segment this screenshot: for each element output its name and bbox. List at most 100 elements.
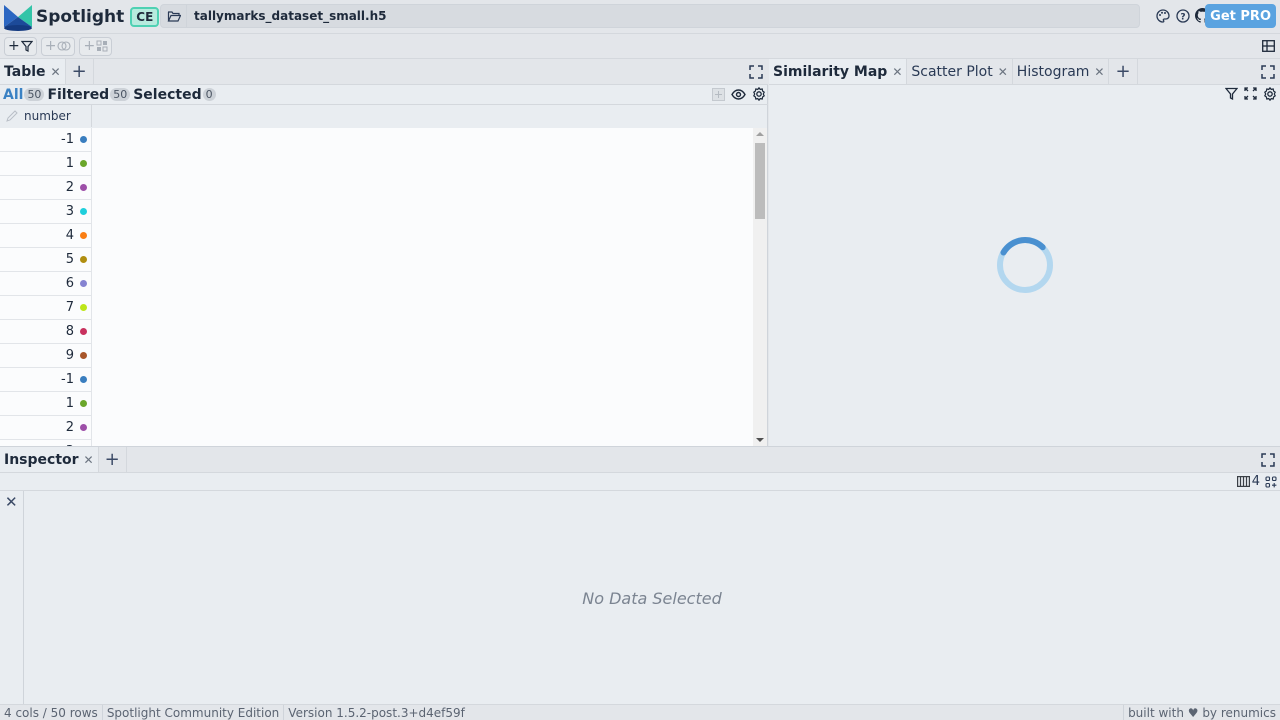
filter-selected-count: 0 [202,88,216,101]
visualization-tabbar: Similarity Map ✕ Scatter Plot ✕ Histogra… [769,59,1280,85]
dataset-file-selector[interactable]: tallymarks_dataset_small.h5 [160,4,1140,28]
help-icon[interactable]: ? [1175,8,1190,23]
table-row[interactable]: 4 [0,224,92,248]
category-color-dot [80,208,87,215]
visualization-panel: Similarity Map ✕ Scatter Plot ✕ Histogra… [769,59,1280,446]
inspector-panel: Inspector ✕ + 4 ✕ No Data Selected [0,446,1280,705]
column-count: 4 [1251,474,1260,489]
filter-toolbar: + + + [0,33,1280,59]
pencil-icon[interactable] [6,110,18,122]
spinner-arc [1000,237,1046,256]
table-row[interactable]: 8 [0,320,92,344]
close-icon[interactable]: ✕ [1094,65,1104,79]
table-scrollbar[interactable] [753,128,767,446]
table-row[interactable]: 6 [0,272,92,296]
cell-value: 8 [65,324,74,339]
cell-value: -1 [61,372,74,387]
filter-selected-label: Selected [133,86,202,103]
fit-view-icon[interactable] [1244,87,1257,100]
scroll-down-arrow[interactable] [756,438,764,442]
app-name: Spotlight [36,6,125,27]
filter-filtered[interactable]: Filtered 50 [47,86,131,103]
edition-label: Spotlight Community Edition [103,704,285,720]
cell-value: 2 [65,180,74,195]
add-similarity-filter-button[interactable]: + [40,36,76,56]
cell-value: -1 [61,132,74,147]
add-tab-button[interactable]: + [1109,59,1138,84]
maximize-icon[interactable] [1261,65,1275,79]
status-bar: 4 cols / 50 rows Spotlight Community Edi… [0,704,1280,720]
close-icon[interactable]: ✕ [5,493,18,511]
category-color-dot [80,160,87,167]
pattern-icon [96,40,108,52]
close-icon[interactable]: ✕ [84,453,94,467]
table-body: -1123456789-1123 [0,128,753,446]
credit-link[interactable]: built with ♥ by renumics [1123,704,1280,720]
gear-icon[interactable] [1263,87,1277,101]
add-pattern-filter-button[interactable]: + [79,36,113,56]
column-name: number [24,109,71,123]
tab-scatter-plot[interactable]: Scatter Plot ✕ [907,59,1013,84]
tab-histogram[interactable]: Histogram ✕ [1013,59,1110,84]
table-row[interactable]: 1 [0,392,92,416]
category-color-dot [80,328,87,335]
table-row[interactable]: -1 [0,128,92,152]
close-icon[interactable]: ✕ [892,65,902,79]
table-row[interactable]: 7 [0,296,92,320]
scroll-thumb[interactable] [755,143,765,219]
spotlight-logo [4,4,32,31]
table-row[interactable]: 3 [0,200,92,224]
table-row[interactable]: 2 [0,176,92,200]
add-tab-button[interactable]: + [66,59,94,84]
table-row[interactable]: 9 [0,344,92,368]
filter-selected[interactable]: Selected 0 [133,86,216,103]
filter-all-count: 50 [24,88,45,101]
folder-open-icon[interactable] [161,5,187,27]
tab-inspector[interactable]: Inspector ✕ [0,447,99,472]
add-view-icon[interactable] [1265,475,1277,488]
table-row[interactable]: -1 [0,368,92,392]
close-icon[interactable]: ✕ [998,65,1008,79]
filter-icon[interactable] [1225,87,1238,100]
table-row[interactable]: 1 [0,152,92,176]
table-row[interactable]: 5 [0,248,92,272]
add-tab-button[interactable]: + [99,447,127,472]
plus-icon: + [44,38,57,54]
filter-all-label: All [3,86,24,103]
gear-icon[interactable] [752,87,766,101]
cell-value: 1 [65,156,74,171]
cell-value: 2 [65,420,74,435]
add-column-icon[interactable] [712,87,725,101]
filter-filtered-count: 50 [110,88,131,101]
tab-similarity-map[interactable]: Similarity Map ✕ [769,59,908,84]
table-row[interactable]: 2 [0,416,92,440]
version-label: Version 1.5.2-post.3+d4ef59f [288,705,465,720]
maximize-icon[interactable] [1261,453,1275,467]
table-panel: Table ✕ + All 50 Filtered 50 Selected 0 … [0,59,768,446]
category-color-dot [80,352,87,359]
filter-icon [20,40,33,52]
column-count-control[interactable]: 4 [1236,474,1260,489]
layout-grid-icon[interactable] [1262,40,1275,52]
empty-state-message: No Data Selected [582,588,722,608]
inspector-sidebar: ✕ [0,491,24,705]
edition-badge: CE [130,6,160,27]
close-icon[interactable]: ✕ [51,65,61,79]
eye-icon[interactable] [731,88,746,100]
cell-value: 7 [65,300,74,315]
add-filter-button[interactable]: + [4,36,37,56]
category-color-dot [80,136,87,143]
category-color-dot [80,376,87,383]
app-header: Spotlight CE tallymarks_dataset_small.h5… [0,0,1280,33]
maximize-icon[interactable] [749,65,763,79]
columns-icon [1236,476,1250,487]
scroll-up-arrow[interactable] [756,132,764,136]
filter-all[interactable]: All 50 [3,86,45,103]
get-pro-button[interactable]: Get PRO [1205,4,1276,28]
cell-value: 5 [65,252,74,267]
column-header-number[interactable]: number [0,105,92,127]
palette-icon[interactable] [1155,8,1170,23]
filter-filtered-label: Filtered [47,86,110,103]
table-tabbar: Table ✕ + [0,59,768,85]
tab-table[interactable]: Table ✕ [0,59,66,84]
